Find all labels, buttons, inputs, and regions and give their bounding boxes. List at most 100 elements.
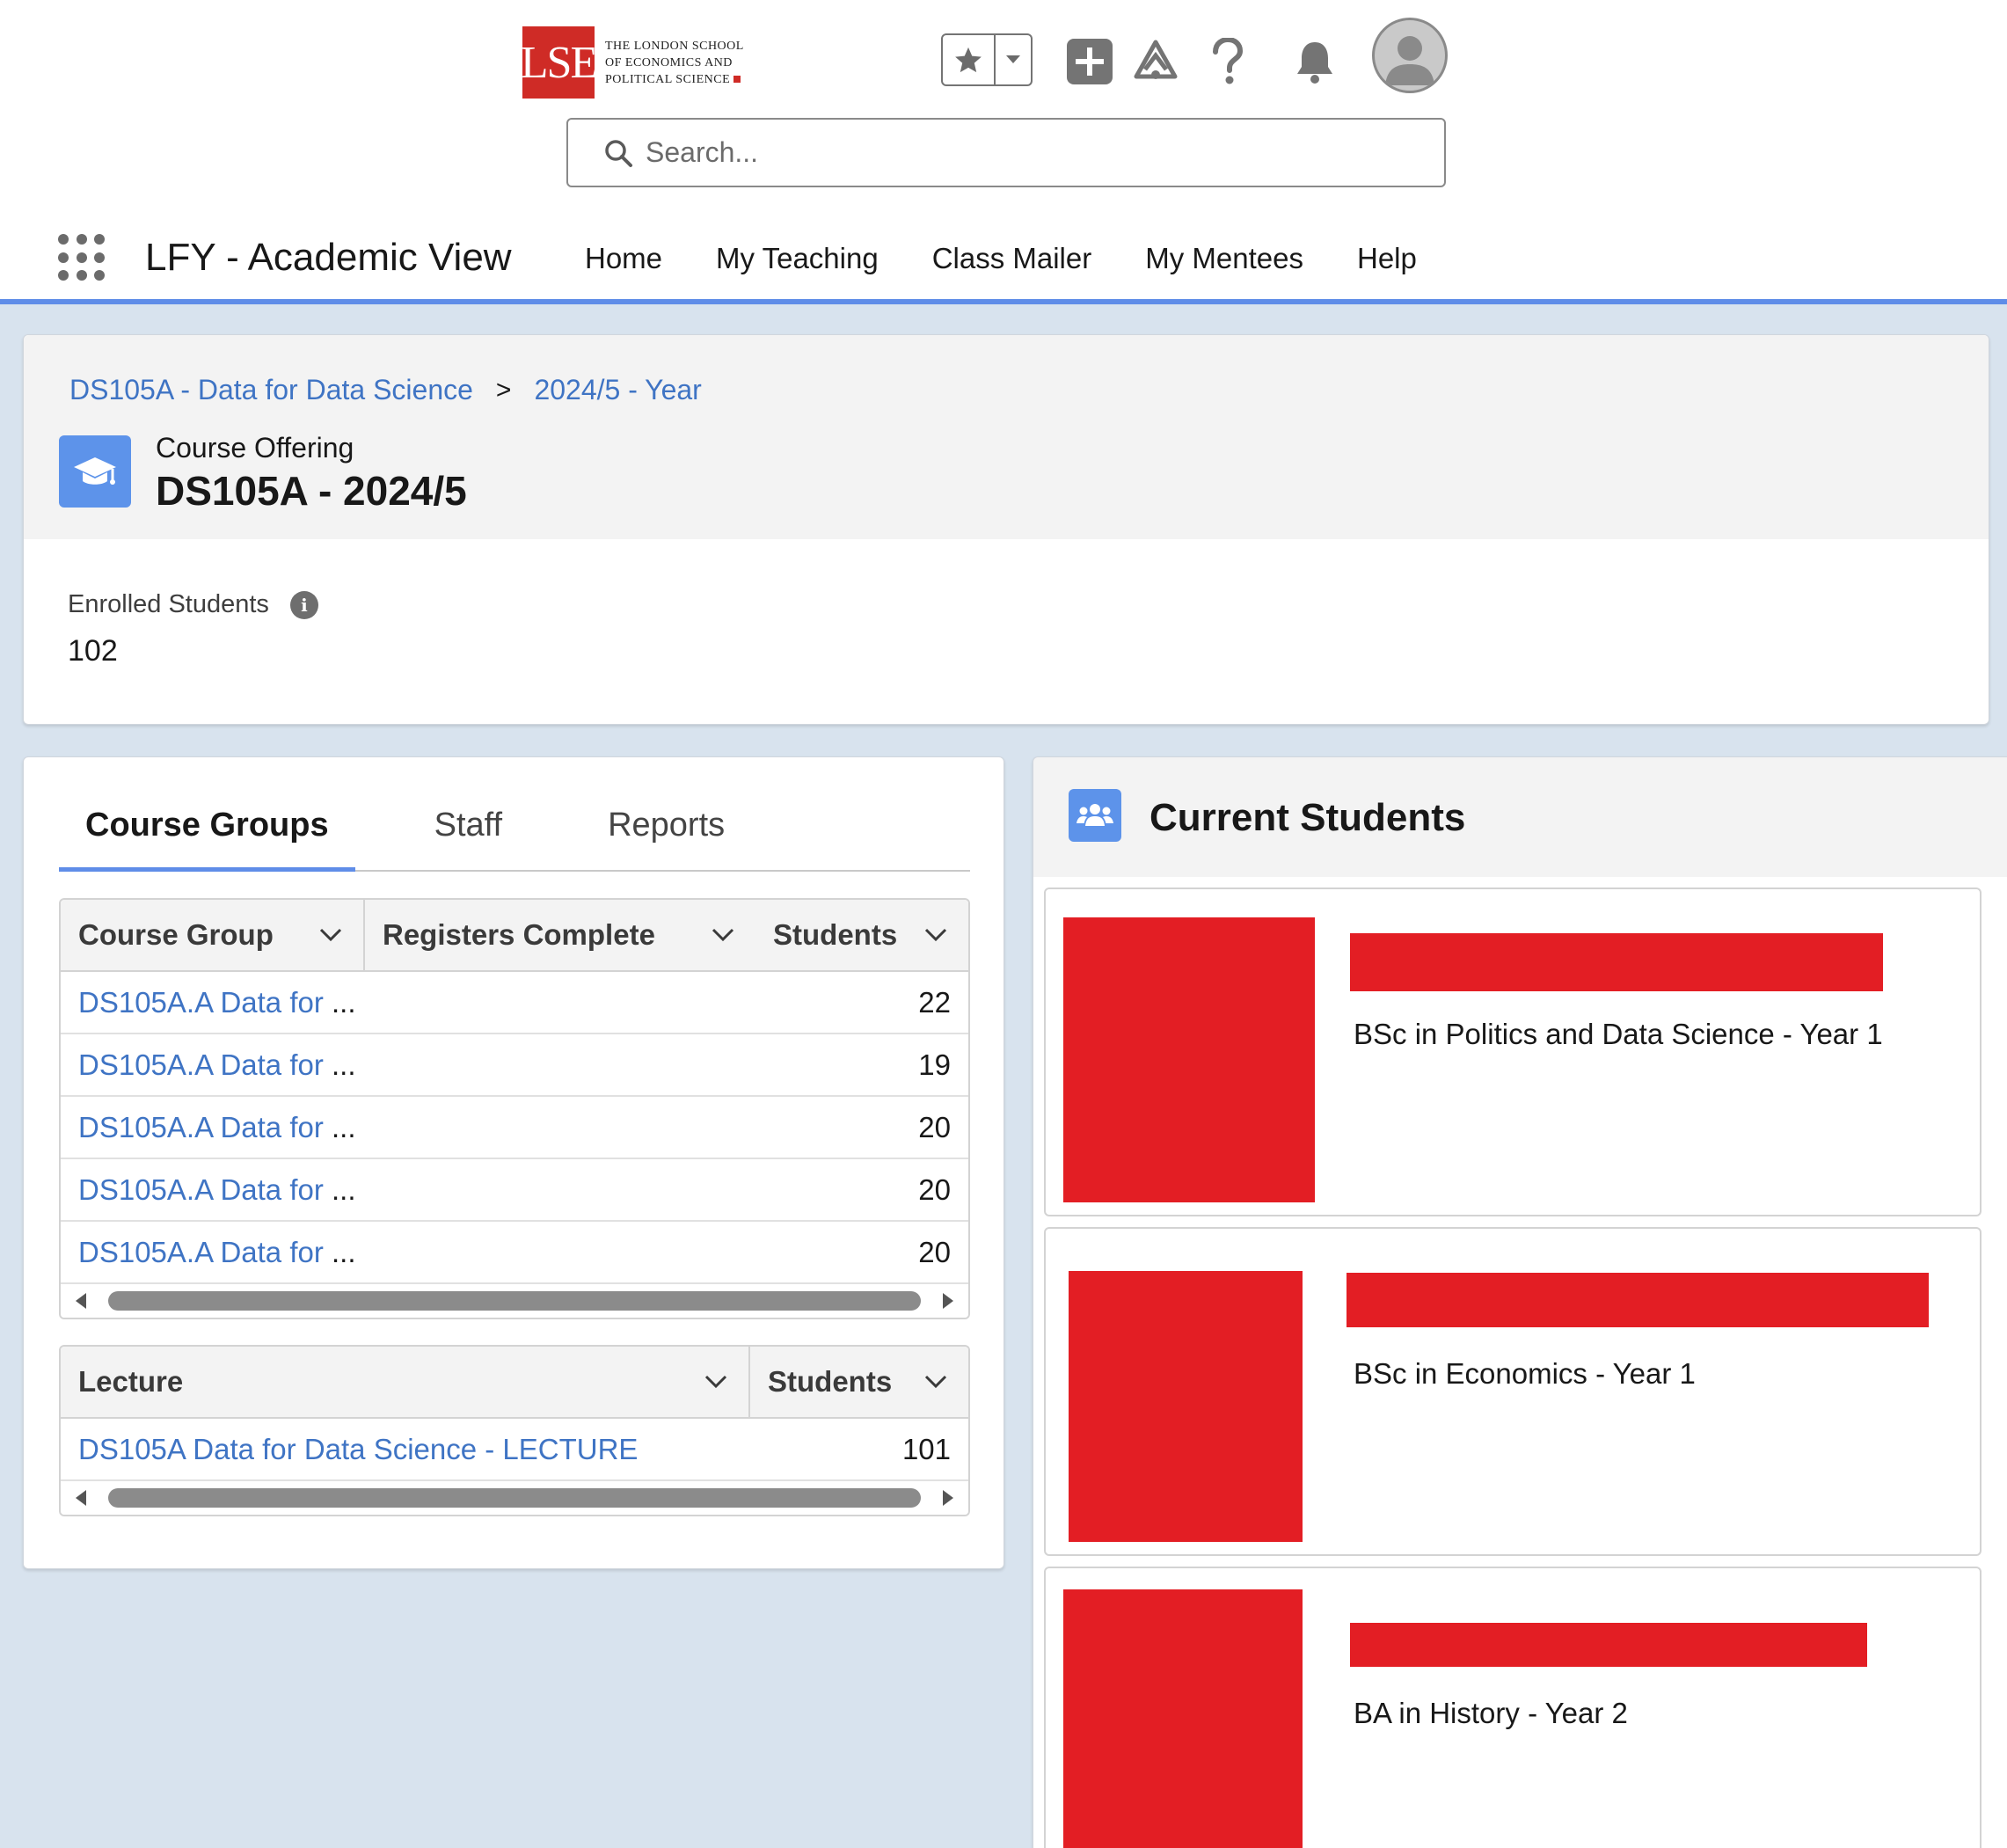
course-group-link[interactable]: DS105A.A Data for ... — [61, 986, 792, 1019]
lse-logo[interactable]: LSE The London School of Economics and P… — [521, 26, 744, 99]
students-count: 101 — [901, 1432, 951, 1465]
tab-reports[interactable]: Reports — [581, 807, 751, 872]
people-icon — [1069, 789, 1121, 842]
global-search-box[interactable] — [566, 118, 1446, 187]
enrolled-students-label: Enrolled Students i — [68, 590, 318, 619]
enrolled-students-value: 102 — [68, 634, 118, 668]
scroll-left-icon[interactable] — [71, 1488, 91, 1508]
course-groups-card: Course Groups Staff Reports Course Group… — [23, 756, 1004, 1569]
table-header: Course Group Registers Complete Students — [61, 900, 968, 972]
help-icon[interactable] — [1205, 33, 1251, 90]
redacted-photo — [1069, 1271, 1303, 1542]
page-title: DS105A - 2024/5 — [156, 468, 467, 514]
avatar-icon[interactable] — [1372, 18, 1448, 93]
logo-line-2: of Economics and — [605, 55, 733, 69]
notification-bell-icon[interactable] — [1289, 33, 1340, 90]
chevron-down-icon[interactable] — [921, 920, 951, 950]
table-row: DS105A.A Data for ... 19 — [61, 1034, 968, 1097]
table-row: DS105A Data for Data Science - LECTURE 1… — [61, 1419, 968, 1481]
breadcrumb-separator: > — [495, 375, 512, 405]
nav-bar: Home My Teaching Class Mailer My Mentees… — [585, 242, 1471, 275]
chevron-down-icon[interactable] — [701, 1367, 731, 1397]
student-programme: BSc in Politics and Data Science - Year … — [1354, 1018, 1883, 1050]
student-programme: BSc in Economics - Year 1 — [1354, 1357, 1696, 1390]
redacted-photo — [1063, 1589, 1303, 1848]
column-header-students[interactable]: Students — [748, 1347, 968, 1417]
logo-wordmark: The London School of Economics and Polit… — [605, 38, 744, 88]
scroll-right-icon[interactable] — [938, 1291, 958, 1311]
search-icon — [605, 139, 632, 167]
chevron-down-icon[interactable] — [708, 920, 738, 950]
chevron-down-icon[interactable] — [996, 35, 1031, 84]
add-icon[interactable] — [1066, 33, 1113, 90]
lecture-link[interactable]: DS105A Data for Data Science - LECTURE — [61, 1433, 792, 1466]
logo-line-3: Political Science — [605, 71, 744, 88]
horizontal-scrollbar[interactable] — [61, 1284, 968, 1318]
nav-item-my-mentees[interactable]: My Mentees — [1145, 242, 1303, 275]
breadcrumb-year-link[interactable]: 2024/5 - Year — [534, 374, 701, 406]
nav-item-help[interactable]: Help — [1357, 242, 1417, 275]
tab-bar: Course Groups Staff Reports — [59, 807, 970, 872]
search-input[interactable] — [646, 136, 1437, 169]
app-launcher-icon[interactable] — [58, 234, 107, 283]
current-students-card: Current Students BSc in Politics and Dat… — [1033, 756, 2007, 1848]
course-group-link[interactable]: DS105A.A Data for ... — [61, 1173, 792, 1207]
course-groups-table: Course Group Registers Complete Students… — [59, 898, 970, 1319]
breadcrumb-course-link[interactable]: DS105A - Data for Data Science — [69, 374, 473, 406]
student-tile[interactable]: BA in History - Year 2 — [1044, 1567, 1981, 1848]
student-list: BSc in Politics and Data Science - Year … — [1033, 877, 2007, 1848]
scroll-left-icon[interactable] — [71, 1291, 91, 1311]
student-programme: BA in History - Year 2 — [1354, 1697, 1628, 1729]
table-header: Lecture Students — [61, 1347, 968, 1419]
table-row: DS105A.A Data for ... 20 — [61, 1097, 968, 1159]
current-students-title: Current Students — [1149, 796, 1466, 839]
global-header: LSE The London School of Economics and P… — [0, 0, 2007, 304]
favorites-button[interactable] — [941, 33, 1033, 86]
redacted-name — [1350, 1623, 1867, 1667]
info-icon[interactable]: i — [289, 590, 318, 619]
table-row: DS105A.A Data for ... 20 — [61, 1222, 968, 1284]
logo-mark: LSE — [521, 26, 598, 99]
students-count: 20 — [918, 1235, 951, 1268]
app-name: LFY - Academic View — [145, 236, 512, 279]
students-count: 19 — [918, 1048, 951, 1081]
redacted-photo — [1063, 917, 1315, 1202]
column-header-students[interactable]: Students — [755, 900, 968, 970]
lecture-table: Lecture Students DS105A Data for Data Sc… — [59, 1345, 970, 1516]
students-count: 20 — [918, 1172, 951, 1206]
course-group-link[interactable]: DS105A.A Data for ... — [61, 1236, 792, 1269]
horizontal-scrollbar[interactable] — [61, 1481, 968, 1515]
chevron-down-icon[interactable] — [921, 1367, 951, 1397]
nav-divider — [0, 299, 2007, 304]
students-count: 22 — [918, 985, 951, 1019]
star-icon[interactable] — [943, 35, 996, 84]
redacted-name — [1347, 1273, 1929, 1327]
tab-staff[interactable]: Staff — [408, 807, 529, 872]
chevron-down-icon[interactable] — [316, 920, 346, 950]
setup-trailhead-icon[interactable] — [1131, 33, 1180, 90]
student-tile[interactable]: BSc in Economics - Year 1 — [1044, 1227, 1981, 1556]
nav-item-class-mailer[interactable]: Class Mailer — [932, 242, 1092, 275]
scroll-right-icon[interactable] — [938, 1488, 958, 1508]
students-count: 20 — [918, 1110, 951, 1143]
logo-line-1: The London School — [605, 39, 744, 53]
column-header-course-group[interactable]: Course Group — [61, 900, 363, 970]
scrollbar-thumb[interactable] — [108, 1291, 921, 1311]
record-header-card: DS105A - Data for Data Science > 2024/5 … — [23, 334, 1989, 725]
table-row: DS105A.A Data for ... 22 — [61, 972, 968, 1034]
column-header-registers-complete[interactable]: Registers Complete — [363, 900, 755, 970]
column-header-lecture[interactable]: Lecture — [61, 1347, 748, 1417]
table-row: DS105A.A Data for ... 20 — [61, 1159, 968, 1222]
course-group-link[interactable]: DS105A.A Data for ... — [61, 1048, 792, 1082]
nav-item-home[interactable]: Home — [585, 242, 662, 275]
student-tile[interactable]: BSc in Politics and Data Science - Year … — [1044, 887, 1981, 1216]
redacted-name — [1350, 933, 1883, 991]
course-group-link[interactable]: DS105A.A Data for ... — [61, 1111, 792, 1144]
tab-course-groups[interactable]: Course Groups — [59, 807, 355, 872]
scrollbar-thumb[interactable] — [108, 1488, 921, 1508]
record-type-label: Course Offering — [156, 432, 354, 464]
record-highlights: DS105A - Data for Data Science > 2024/5 … — [24, 335, 1989, 539]
graduation-cap-icon — [59, 435, 131, 508]
nav-item-my-teaching[interactable]: My Teaching — [716, 242, 879, 275]
breadcrumb: DS105A - Data for Data Science > 2024/5 … — [69, 374, 702, 406]
